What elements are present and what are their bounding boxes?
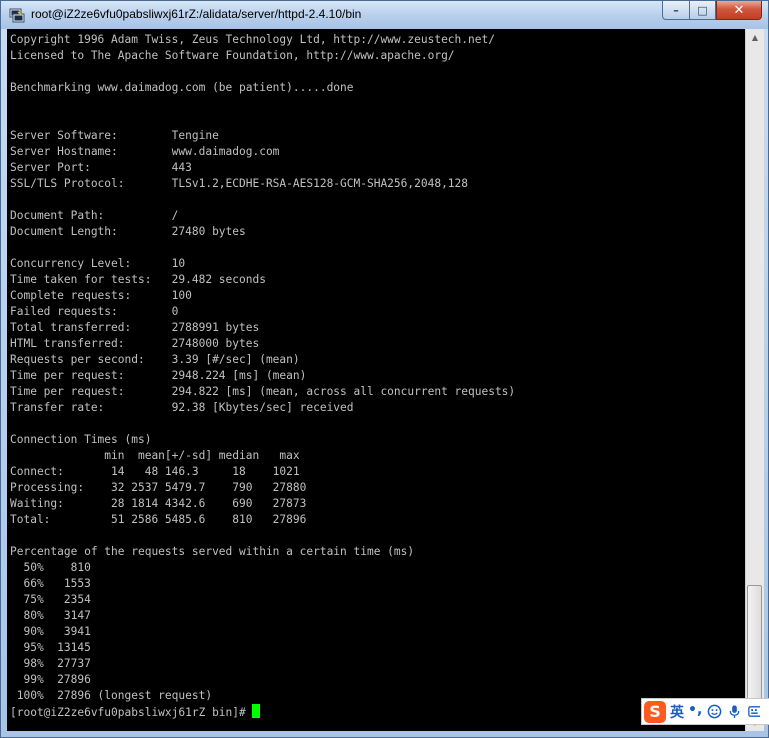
ime-toolbar[interactable]: S 英 •,: [641, 698, 769, 725]
terminal-line: 66% 1553: [10, 577, 91, 590]
terminal-window: root@iZ2ze6vfu0pabsliwxj61rZ:/alidata/se…: [0, 0, 769, 738]
terminal-line: 90% 3941: [10, 625, 91, 638]
maximize-button[interactable]: □: [689, 1, 716, 20]
terminal-line: Total transferred: 2788991 bytes: [10, 321, 260, 334]
terminal-line: 95% 13145: [10, 641, 91, 654]
scrollbar-thumb[interactable]: [747, 585, 762, 711]
terminal-line: Document Path: /: [10, 209, 179, 222]
terminal-line: min mean[+/-sd] median max: [10, 449, 300, 462]
terminal-line: 50% 810: [10, 561, 91, 574]
scroll-up-button[interactable]: ▲: [746, 29, 764, 46]
terminal-line: Server Hostname: www.daimadog.com: [10, 145, 280, 158]
title-bar[interactable]: root@iZ2ze6vfu0pabsliwxj61rZ:/alidata/se…: [1, 1, 768, 29]
terminal-line: Licensed to The Apache Software Foundati…: [10, 49, 455, 62]
terminal-line: Processing: 32 2537 5479.7 790 27880: [10, 481, 307, 494]
smiley-icon[interactable]: [706, 704, 722, 720]
keyboard-icon[interactable]: [746, 704, 762, 720]
minimize-button[interactable]: –: [662, 1, 689, 20]
terminal-line: Requests per second: 3.39 [#/sec] (mean): [10, 353, 300, 366]
terminal-line: Time per request: 294.822 [ms] (mean, ac…: [10, 385, 516, 398]
terminal-line: Connection Times (ms): [10, 433, 152, 446]
terminal-line: Transfer rate: 92.38 [Kbytes/sec] receiv…: [10, 401, 354, 414]
terminal-cursor: [251, 704, 260, 718]
microphone-icon[interactable]: [726, 704, 742, 720]
close-button[interactable]: ✕: [716, 1, 762, 20]
terminal-line: Copyright 1996 Adam Twiss, Zeus Technolo…: [10, 33, 495, 46]
terminal-line: Failed requests: 0: [10, 305, 179, 318]
terminal-line: Time per request: 2948.224 [ms] (mean): [10, 369, 307, 382]
terminal-line: Time taken for tests: 29.482 seconds: [10, 273, 266, 286]
terminal-line: 100% 27896 (longest request): [10, 689, 213, 702]
terminal-line: 75% 2354: [10, 593, 91, 606]
minimize-icon: –: [673, 3, 679, 17]
arrow-up-icon: ▲: [751, 33, 759, 42]
putty-app-icon[interactable]: [9, 7, 25, 23]
sogou-logo-icon[interactable]: S: [644, 700, 666, 723]
terminal-line: Server Port: 443: [10, 161, 192, 174]
terminal-line: Concurrency Level: 10: [10, 257, 186, 270]
close-icon: ✕: [733, 2, 745, 18]
maximize-icon: □: [697, 3, 708, 17]
terminal-line: Server Software: Tengine: [10, 129, 219, 142]
window-title: root@iZ2ze6vfu0pabsliwxj61rZ:/alidata/se…: [31, 7, 362, 21]
terminal-line: Complete requests: 100: [10, 289, 192, 302]
terminal-line: 80% 3147: [10, 609, 91, 622]
terminal-line: Benchmarking www.daimadog.com (be patien…: [10, 81, 354, 94]
terminal-output: Copyright 1996 Adam Twiss, Zeus Technolo…: [7, 29, 745, 721]
terminal-line: Percentage of the requests served within…: [10, 545, 415, 558]
terminal-line: Document Length: 27480 bytes: [10, 225, 246, 238]
terminal-screen[interactable]: Copyright 1996 Adam Twiss, Zeus Technolo…: [7, 29, 745, 731]
terminal-line: 98% 27737: [10, 657, 91, 670]
terminal-line: SSL/TLS Protocol: TLSv1.2,ECDHE-RSA-AES1…: [10, 177, 469, 190]
ime-mode-toggle[interactable]: 英: [670, 702, 684, 722]
vertical-scrollbar[interactable]: ▲ ▼: [745, 29, 764, 731]
terminal-line: Waiting: 28 1814 4342.6 690 27873: [10, 497, 307, 510]
window-controls: – □ ✕: [662, 1, 762, 21]
terminal-line: HTML transferred: 2748000 bytes: [10, 337, 260, 350]
ime-punctuation-toggle[interactable]: •,: [688, 702, 702, 718]
terminal-line: Total: 51 2586 5485.6 810 27896: [10, 513, 307, 526]
terminal-line: 99% 27896: [10, 673, 91, 686]
terminal-line: Connect: 14 48 146.3 18 1021: [10, 465, 300, 478]
shell-prompt: [root@iZ2ze6vfu0pabsliwxj61rZ bin]#: [10, 706, 246, 719]
